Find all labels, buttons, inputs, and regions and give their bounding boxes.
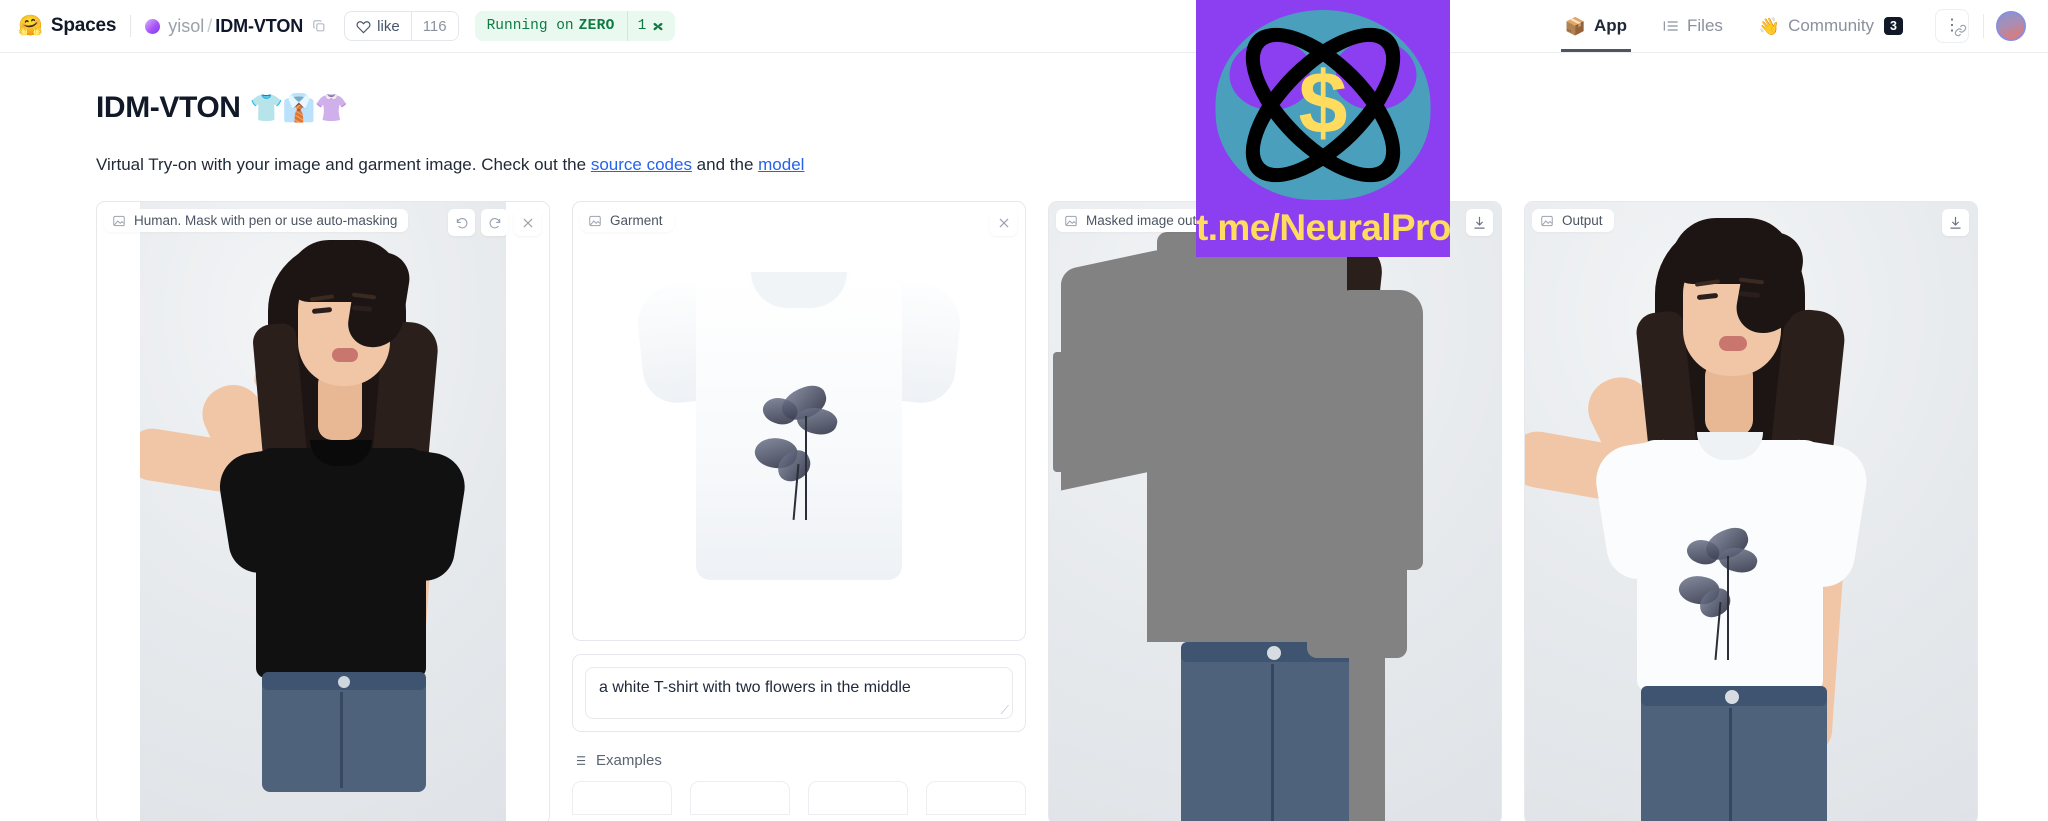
wave-hand-icon: 👋 <box>1758 16 1781 36</box>
close-icon[interactable] <box>514 209 541 236</box>
garment-column: Garment a white T-shirt with two flowers… <box>572 201 1026 815</box>
output-panel-label: Output <box>1532 209 1614 232</box>
like-button[interactable]: like <box>345 12 411 40</box>
download-icon[interactable] <box>1942 209 1969 236</box>
tab-files[interactable]: Files <box>1645 0 1741 52</box>
files-icon <box>1663 21 1678 31</box>
runtime-hardware: ZERO <box>578 18 615 34</box>
header-divider <box>130 15 132 37</box>
source-codes-link[interactable]: source codes <box>591 155 692 174</box>
subtitle-prefix: Virtual Try-on with your image and garme… <box>96 155 591 174</box>
repo-path-separator: / <box>207 15 213 36</box>
examples-label: Examples <box>596 752 662 769</box>
example-card[interactable] <box>926 781 1026 815</box>
page-title-text: IDM-VTON <box>96 91 241 124</box>
example-card[interactable] <box>808 781 908 815</box>
output-panel-actions <box>1942 209 1969 236</box>
runtime-replica-count: 1 <box>626 11 676 41</box>
human-image <box>97 202 549 821</box>
watermark-text: t.me/NeuralProfit <box>1196 207 1450 248</box>
flower-print-icon <box>1675 523 1767 664</box>
example-card[interactable] <box>572 781 672 815</box>
examples-header: Examples <box>572 752 1026 769</box>
list-icon <box>573 756 586 765</box>
download-icon[interactable] <box>1466 209 1493 236</box>
repo-avatar-icon <box>145 18 161 34</box>
image-icon <box>1540 214 1554 228</box>
masked-image <box>1049 202 1501 821</box>
link-icon <box>1954 24 1967 42</box>
tab-community[interactable]: 👋 Community 3 <box>1741 0 1921 52</box>
garment-panel-label-text: Garment <box>610 213 663 228</box>
image-icon <box>1064 214 1078 228</box>
output-panel-label-text: Output <box>1562 213 1603 228</box>
avatar[interactable] <box>1996 11 2026 41</box>
tab-files-label: Files <box>1687 16 1723 35</box>
runtime-label: Running on <box>486 18 574 34</box>
telegram-watermark-overlay: $ t.me/NeuralProfit <box>1196 0 1450 257</box>
masked-image-panel[interactable]: Masked image output <box>1048 201 1502 821</box>
more-options-button[interactable]: ⋮ <box>1935 9 1969 43</box>
like-group: like 116 <box>344 11 459 41</box>
garment-description-input[interactable]: a white T-shirt with two flowers in the … <box>585 667 1013 719</box>
human-panel-label: Human. Mask with pen or use auto-masking <box>104 209 409 232</box>
undo-icon[interactable] <box>448 209 475 236</box>
spaces-brand-link[interactable]: Spaces <box>51 15 117 37</box>
human-image-panel[interactable]: Human. Mask with pen or use auto-masking <box>96 201 550 821</box>
cube-icon: 📦 <box>1564 16 1586 36</box>
tab-community-label: Community <box>1788 16 1875 35</box>
heart-icon <box>356 20 371 33</box>
replica-number: 1 <box>637 18 647 34</box>
masked-column: Masked image output <box>1048 201 1502 821</box>
header-divider-right <box>1983 14 1984 38</box>
subtitle-mid: and the <box>691 155 759 174</box>
redo-icon[interactable] <box>481 209 508 236</box>
zero-gpu-icon <box>653 22 663 31</box>
garment-image-panel[interactable]: Garment <box>572 201 1026 641</box>
runtime-status-text: Running on ZERO <box>475 11 627 41</box>
panels-row: Human. Mask with pen or use auto-masking <box>96 201 2048 821</box>
dollar-sign-icon: $ <box>1298 53 1348 152</box>
human-panel-actions <box>448 209 541 236</box>
output-image-panel[interactable]: Output <box>1524 201 1978 821</box>
image-icon <box>588 214 602 228</box>
like-count: 116 <box>410 12 458 40</box>
human-column: Human. Mask with pen or use auto-masking <box>96 201 550 821</box>
masked-panel-actions <box>1466 209 1493 236</box>
flower-print-icon <box>751 381 847 522</box>
resize-handle-icon[interactable]: ⟋ <box>1001 703 1009 717</box>
page-title: IDM-VTON 👕👔👚 <box>96 91 2048 125</box>
repo-owner-link[interactable]: yisol <box>168 16 204 37</box>
garment-image <box>573 202 1025 640</box>
output-image <box>1525 202 1977 821</box>
image-icon <box>112 214 126 228</box>
output-column: Output <box>1524 201 1978 821</box>
community-count-badge: 3 <box>1884 16 1903 36</box>
model-link[interactable]: model <box>758 155 804 174</box>
garment-panel-label: Garment <box>580 209 674 232</box>
page-body: IDM-VTON 👕👔👚 Virtual Try-on with your im… <box>0 91 2048 821</box>
header-left-group: 🤗 Spaces yisol / IDM-VTON like 116 Runni… <box>18 11 676 41</box>
page-subtitle: Virtual Try-on with your image and garme… <box>96 155 2048 175</box>
huggingface-logo-icon[interactable]: 🤗 <box>18 16 43 36</box>
header-nav-tabs: 📦 App Files 👋 Community 3 <box>1547 0 1921 52</box>
clothing-emojis-icon: 👕👔👚 <box>249 93 349 123</box>
runtime-badge[interactable]: Running on ZERO 1 <box>474 11 676 41</box>
like-label: like <box>377 17 400 35</box>
tab-app[interactable]: 📦 App <box>1547 0 1645 52</box>
top-header: 🤗 Spaces yisol / IDM-VTON like 116 Runni… <box>0 0 2048 53</box>
repo-name-link[interactable]: IDM-VTON <box>215 16 303 37</box>
human-panel-label-text: Human. Mask with pen or use auto-masking <box>134 213 398 228</box>
garment-panel-actions <box>990 209 1017 236</box>
examples-list <box>572 781 1026 815</box>
tab-app-label: App <box>1593 16 1627 35</box>
copy-icon[interactable] <box>312 19 326 33</box>
close-icon[interactable] <box>990 209 1017 236</box>
prompt-container: a white T-shirt with two flowers in the … <box>572 654 1026 732</box>
example-card[interactable] <box>690 781 790 815</box>
